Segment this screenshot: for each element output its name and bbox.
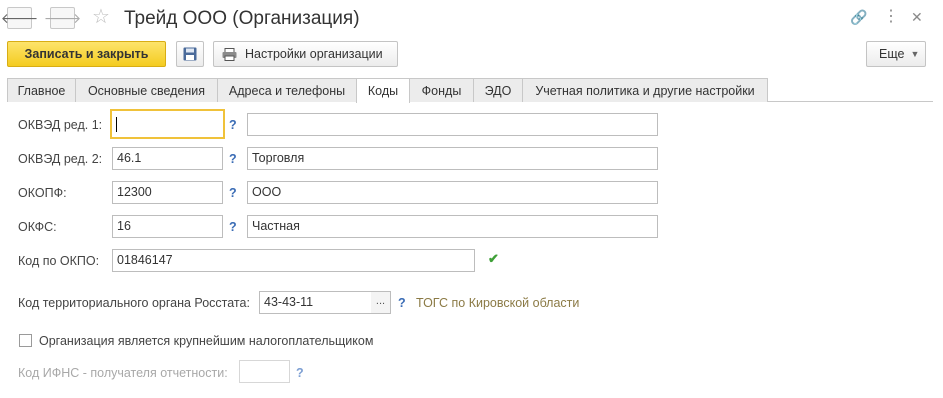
ifns-label: Код ИФНС - получателя отчетности: (18, 366, 228, 380)
okpo-label: Код по ОКПО: (18, 254, 100, 268)
close-icon[interactable]: ✕ (911, 9, 923, 25)
favorite-star-icon[interactable]: ☆ (92, 6, 110, 28)
tab-addresses[interactable]: Адреса и телефоны (217, 78, 357, 102)
save-and-close-button[interactable]: Записать и закрыть (7, 41, 166, 67)
printer-icon (222, 47, 237, 61)
tab-label: Главное (17, 83, 66, 98)
back-arrow-icon: 🡐 (0, 9, 39, 26)
largest-taxpayer-checkbox[interactable] (19, 334, 32, 347)
back-button[interactable]: 🡐 (1, 7, 38, 29)
tab-label: Основные сведения (87, 83, 206, 98)
tab-label: Коды (367, 84, 399, 98)
rosstat-description: ТОГС по Кировской области (416, 296, 580, 310)
tab-label: Адреса и телефоны (228, 83, 346, 98)
save-button[interactable] (176, 41, 204, 67)
rosstat-help-icon[interactable]: ? (398, 296, 406, 310)
largest-taxpayer-label[interactable]: Организация является крупнейшим налогопл… (39, 334, 373, 348)
window-title: Трейд ООО (Организация) (124, 8, 360, 29)
ifns-help-icon[interactable]: ? (296, 366, 304, 380)
tab-funds[interactable]: Фонды (409, 78, 474, 102)
organization-settings-button[interactable]: Настройки организации (213, 41, 398, 67)
tab-edo[interactable]: ЭДО (473, 78, 523, 102)
okved2-label: ОКВЭД ред. 2: (18, 152, 103, 166)
okved1-code-input[interactable] (110, 109, 225, 139)
okfs-description-input[interactable]: Частная (247, 215, 658, 238)
more-vertical-icon[interactable]: ⋮ (883, 9, 899, 25)
tab-main[interactable]: Главное (7, 78, 76, 102)
okopf-help-icon[interactable]: ? (229, 186, 237, 200)
organization-settings-label: Настройки организации (245, 47, 383, 61)
more-label: Еще (879, 47, 905, 61)
ifns-input[interactable] (239, 360, 290, 383)
okfs-code-input[interactable]: 16 (112, 215, 223, 238)
text-cursor (116, 117, 117, 133)
okopf-code-input[interactable]: 12300 (112, 181, 223, 204)
okved1-label: ОКВЭД ред. 1: (18, 118, 103, 132)
tab-label: Фонды (421, 83, 462, 98)
okpo-input[interactable]: 01846147 (112, 249, 475, 272)
save-and-close-label: Записать и закрыть (24, 47, 149, 61)
tab-basic-info[interactable]: Основные сведения (75, 78, 218, 102)
okved1-help-icon[interactable]: ? (229, 118, 237, 132)
okfs-label: ОКФС: (18, 220, 57, 234)
more-button[interactable]: Еще ▼ (866, 41, 926, 67)
rosstat-pick-button[interactable]: ... (371, 291, 391, 314)
tab-codes[interactable]: Коды (356, 78, 410, 103)
link-icon[interactable]: 🔗 (850, 9, 867, 25)
rosstat-input[interactable]: 43-43-11 (259, 291, 372, 314)
okved2-code-input[interactable]: 46.1 (112, 147, 223, 170)
tab-label: ЭДО (484, 83, 512, 98)
okfs-help-icon[interactable]: ? (229, 220, 237, 234)
valid-check-icon: ✔ (488, 251, 499, 266)
tab-label: Учетная политика и другие настройки (535, 83, 755, 98)
caret-down-icon: ▼ (910, 49, 920, 59)
floppy-disk-icon (183, 47, 197, 61)
forward-arrow-icon: 🡒 (43, 9, 82, 26)
tab-accounting-policy[interactable]: Учетная политика и другие настройки (522, 78, 768, 102)
okopf-description-input[interactable]: ООО (247, 181, 658, 204)
okved2-help-icon[interactable]: ? (229, 152, 237, 166)
okved1-description-input[interactable] (247, 113, 658, 136)
okopf-label: ОКОПФ: (18, 186, 67, 200)
forward-button[interactable]: 🡒 (44, 7, 81, 29)
rosstat-label: Код территориального органа Росстата: (18, 296, 250, 310)
okved2-description-input[interactable]: Торговля (247, 147, 658, 170)
